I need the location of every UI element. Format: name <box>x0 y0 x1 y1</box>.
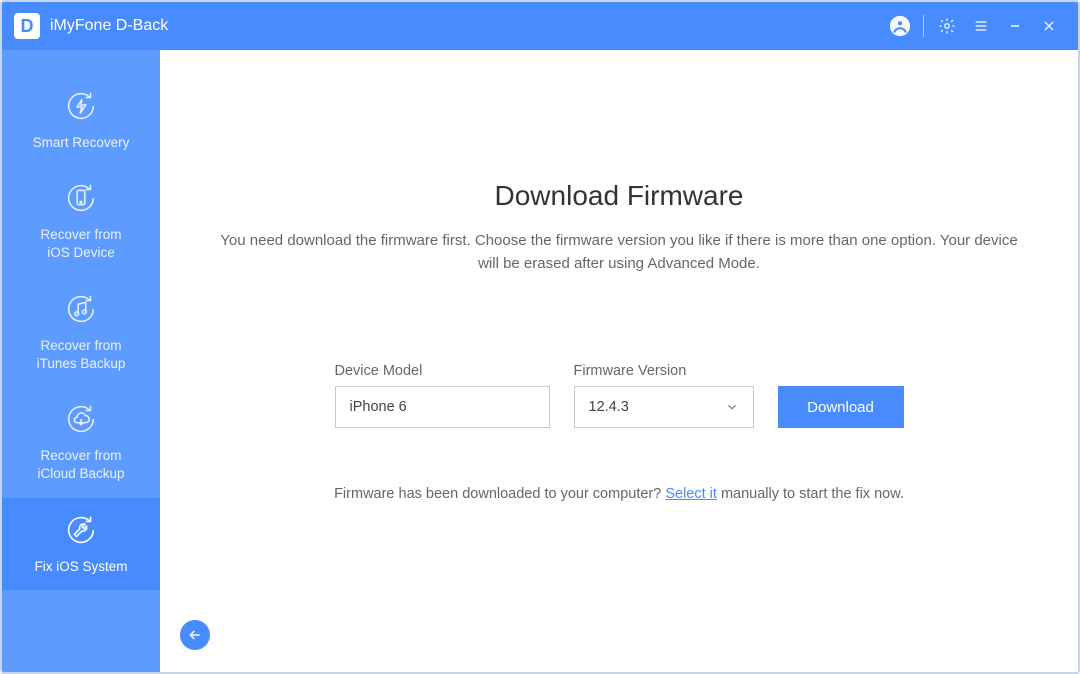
sidebar-item-smart-recovery[interactable]: Smart Recovery <box>2 74 160 166</box>
sidebar-item-itunes-backup[interactable]: Recover from iTunes Backup <box>2 277 160 387</box>
download-button[interactable]: Download <box>778 386 904 428</box>
device-model-label: Device Model <box>335 363 550 379</box>
back-button[interactable] <box>180 620 210 650</box>
helper-prefix: Firmware has been downloaded to your com… <box>334 486 665 502</box>
sidebar-item-label: Recover from iCloud Backup <box>37 447 124 483</box>
device-model-input[interactable]: iPhone 6 <box>335 386 550 428</box>
settings-icon[interactable] <box>930 9 964 43</box>
page-title: Download Firmware <box>495 180 744 212</box>
helper-text: Firmware has been downloaded to your com… <box>334 486 904 502</box>
main-panel: Download Firmware You need download the … <box>160 50 1078 672</box>
sidebar-item-label: Recover from iTunes Backup <box>37 337 126 373</box>
firmware-form: Device Model iPhone 6 Firmware Version 1… <box>335 363 904 428</box>
sidebar-item-label: Recover from iOS Device <box>40 226 121 262</box>
device-model-value: iPhone 6 <box>350 399 407 415</box>
phone-refresh-icon <box>61 178 101 218</box>
account-icon[interactable] <box>883 9 917 43</box>
sidebar-item-label: Fix iOS System <box>34 558 127 576</box>
chevron-down-icon <box>725 400 739 414</box>
sidebar-item-fix-ios[interactable]: Fix iOS System <box>2 498 160 590</box>
sidebar-item-icloud-backup[interactable]: Recover from iCloud Backup <box>2 387 160 497</box>
firmware-version-value: 12.4.3 <box>589 399 629 415</box>
select-firmware-link[interactable]: Select it <box>665 486 717 502</box>
sidebar-item-label: Smart Recovery <box>33 134 130 152</box>
close-button[interactable] <box>1032 9 1066 43</box>
app-title: iMyFone D-Back <box>50 17 168 35</box>
music-refresh-icon <box>61 289 101 329</box>
minimize-button[interactable] <box>998 9 1032 43</box>
firmware-version-label: Firmware Version <box>574 363 754 379</box>
menu-icon[interactable] <box>964 9 998 43</box>
sidebar: Smart Recovery Recover from iOS Device <box>2 50 160 672</box>
cloud-refresh-icon <box>61 399 101 439</box>
app-window: D iMyFone D-Back <box>0 0 1080 674</box>
firmware-version-select[interactable]: 12.4.3 <box>574 386 754 428</box>
title-bar: D iMyFone D-Back <box>2 2 1078 50</box>
titlebar-divider <box>923 15 924 37</box>
app-logo: D <box>14 13 40 39</box>
helper-suffix: manually to start the fix now. <box>717 486 904 502</box>
page-subtext: You need download the firmware first. Ch… <box>220 230 1018 275</box>
lightning-refresh-icon <box>61 86 101 126</box>
wrench-refresh-icon <box>61 510 101 550</box>
sidebar-item-ios-device[interactable]: Recover from iOS Device <box>2 166 160 276</box>
